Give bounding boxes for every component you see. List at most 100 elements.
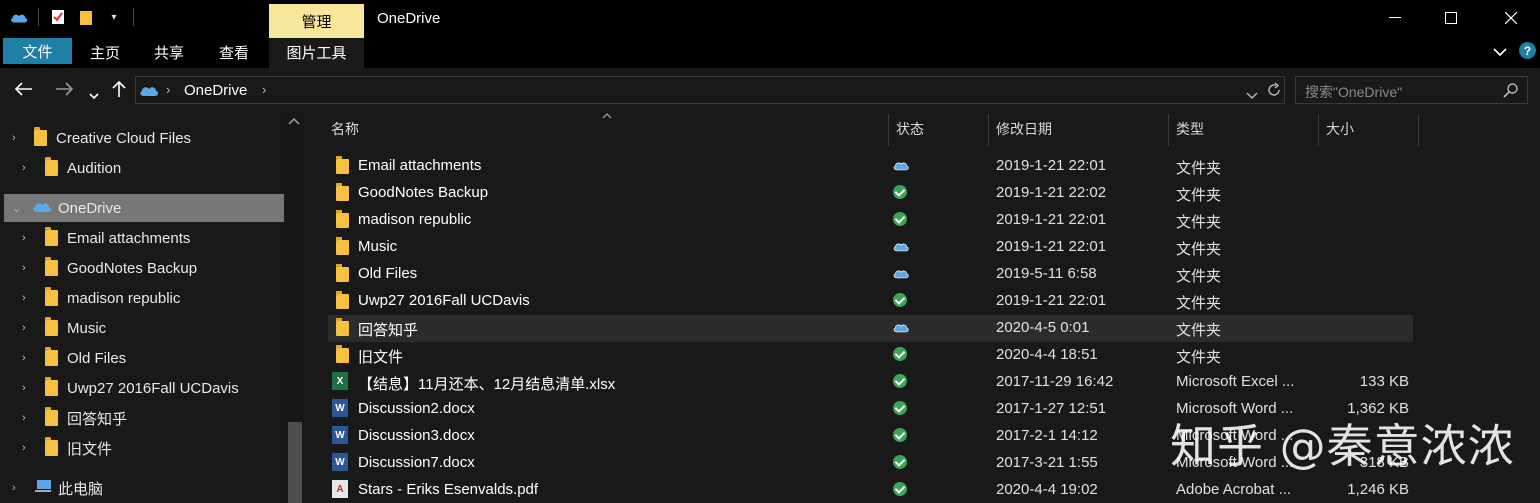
file-row[interactable]: Old Files 2019-5-11 6:58 文件夹 — [328, 261, 1413, 288]
manage-contextual-tab[interactable]: 管理 — [269, 4, 364, 38]
scroll-up-icon[interactable] — [288, 114, 300, 128]
sync-status — [893, 347, 907, 361]
toolbar-separator — [38, 8, 39, 26]
sidebar-item-goodnotes-backup[interactable]: › GoodNotes Backup — [22, 254, 282, 282]
file-size: 1,362 KB — [1347, 400, 1409, 417]
title-bar: ▾ 管理 OneDrive — [0, 0, 1540, 38]
column-header-date[interactable]: 修改日期 — [996, 112, 1166, 146]
file-row[interactable]: Music 2019-1-21 22:01 文件夹 — [328, 234, 1413, 261]
help-icon[interactable]: ? — [1519, 42, 1536, 59]
sync-status — [893, 239, 909, 256]
folder-icon — [336, 264, 349, 282]
file-type: 文件夹 — [1176, 268, 1222, 285]
expand-chevron-icon[interactable]: › — [22, 412, 34, 424]
minimize-button[interactable] — [1365, 0, 1425, 36]
file-name: 旧文件 — [358, 349, 404, 366]
recent-locations-button[interactable] — [89, 84, 99, 105]
sidebar-scroll-thumb[interactable] — [288, 422, 302, 503]
expand-chevron-icon[interactable]: › — [22, 442, 34, 454]
file-name: madison republic — [358, 211, 472, 228]
sidebar-item-audition[interactable]: › Audition — [22, 154, 282, 182]
sidebar-item-old-documents[interactable]: › 旧文件 — [22, 434, 282, 462]
column-divider[interactable] — [1418, 114, 1419, 146]
back-button[interactable] — [14, 80, 33, 101]
file-row[interactable]: GoodNotes Backup 2019-1-21 22:02 文件夹 — [328, 180, 1413, 207]
sync-status — [893, 293, 907, 307]
search-icon[interactable] — [1503, 82, 1519, 102]
pdf-file-icon: A — [332, 480, 348, 498]
file-date: 2019-1-21 22:02 — [996, 184, 1107, 201]
expand-chevron-icon[interactable]: › — [22, 382, 34, 394]
file-name: Stars - Eriks Esenvalds.pdf — [358, 481, 539, 498]
word-file-icon: W — [332, 426, 348, 444]
properties-icon[interactable] — [49, 9, 67, 25]
file-row[interactable]: A Stars - Eriks Esenvalds.pdf 2020-4-4 19:… — [328, 477, 1413, 503]
customize-toolbar-icon[interactable]: ▾ — [105, 9, 123, 25]
close-button[interactable] — [1481, 0, 1540, 36]
forward-button[interactable] — [55, 80, 74, 101]
file-row[interactable]: madison republic 2019-1-21 22:01 文件夹 — [328, 207, 1413, 234]
expand-chevron-icon[interactable]: › — [22, 162, 34, 174]
column-divider[interactable] — [888, 114, 889, 146]
sidebar-item-creative-cloud-files[interactable]: › Creative Cloud Files — [12, 124, 282, 152]
expand-chevron-icon[interactable]: › — [22, 292, 34, 304]
navigation-pane: › Creative Cloud Files › Audition ⌄ OneD… — [0, 112, 306, 503]
search-input[interactable]: 搜索"OneDrive" — [1295, 76, 1528, 104]
sidebar-item-onedrive[interactable]: ⌄ OneDrive — [4, 194, 284, 222]
column-header-status[interactable]: 状态 — [896, 112, 986, 146]
collapse-chevron-icon[interactable]: ⌄ — [12, 202, 24, 215]
sidebar-item-madison-republic[interactable]: › madison republic — [22, 284, 282, 312]
tab-file[interactable]: 文件 — [3, 38, 72, 64]
sidebar-item-this-pc[interactable]: › 此电脑 — [12, 474, 282, 502]
breadcrumb-onedrive[interactable]: OneDrive — [184, 82, 247, 99]
file-row[interactable]: X 【结息】11月还本、12月结息清单.xlsx 2017-11-29 16:42 M… — [328, 369, 1413, 396]
file-row[interactable]: 回答知乎 2020-4-5 0:01 文件夹 — [328, 315, 1413, 342]
column-header-size[interactable]: 大小 — [1326, 112, 1416, 146]
refresh-icon[interactable] — [1266, 82, 1282, 102]
file-row[interactable]: W Discussion2.docx 2017-1-27 12:51 Microsof… — [328, 396, 1413, 423]
tab-share[interactable]: 共享 — [147, 38, 191, 66]
tab-home[interactable]: 主页 — [83, 38, 127, 66]
breadcrumb-chevron-icon[interactable]: › — [166, 82, 170, 97]
file-name: GoodNotes Backup — [358, 184, 489, 201]
expand-ribbon-icon[interactable] — [1493, 44, 1507, 61]
sidebar-item-old-files[interactable]: › Old Files — [22, 344, 282, 372]
column-divider[interactable] — [988, 114, 989, 146]
ribbon-tab-bar: 文件 主页 共享 查看 图片工具 ? — [0, 38, 1540, 68]
expand-chevron-icon[interactable]: › — [12, 132, 24, 144]
column-header-type[interactable]: 类型 — [1176, 112, 1316, 146]
file-row[interactable]: Email attachments 2019-1-21 22:01 文件夹 — [328, 153, 1413, 180]
expand-chevron-icon[interactable]: › — [22, 232, 34, 244]
file-row[interactable]: W Discussion3.docx 2017-2-1 14:12 Microsoft… — [328, 423, 1413, 450]
expand-chevron-icon[interactable]: › — [22, 262, 34, 274]
new-folder-icon[interactable] — [77, 9, 95, 25]
address-bar[interactable]: › OneDrive › — [135, 76, 1285, 104]
sidebar-item-uwp27[interactable]: › Uwp27 2016Fall UCDavis — [22, 374, 282, 402]
up-button[interactable] — [112, 80, 126, 103]
file-date: 2017-3-21 1:55 — [996, 454, 1098, 471]
maximize-button[interactable] — [1421, 0, 1481, 36]
address-history-chevron-icon[interactable] — [1246, 87, 1258, 104]
tab-picture-tools[interactable]: 图片工具 — [279, 38, 354, 66]
file-row[interactable]: W Discussion7.docx 2017-3-21 1:55 Microsoft… — [328, 450, 1413, 477]
file-row[interactable]: Uwp27 2016Fall UCDavis 2019-1-21 22:01 文件夹 — [328, 288, 1413, 315]
column-divider[interactable] — [1318, 114, 1319, 146]
sidebar-item-zhihu-answers[interactable]: › 回答知乎 — [22, 404, 282, 432]
tab-view[interactable]: 查看 — [212, 38, 256, 66]
sidebar-item-email-attachments[interactable]: › Email attachments — [22, 224, 282, 252]
breadcrumb-chevron-icon[interactable]: › — [262, 82, 266, 97]
sidebar-item-music[interactable]: › Music — [22, 314, 282, 342]
folder-icon — [45, 407, 58, 426]
expand-chevron-icon[interactable]: › — [22, 322, 34, 334]
expand-chevron-icon[interactable]: › — [12, 482, 24, 494]
column-header-name[interactable]: 名称 — [331, 112, 886, 146]
file-date: 2019-1-21 22:01 — [996, 157, 1107, 174]
file-date: 2019-1-21 22:01 — [996, 211, 1107, 228]
folder-icon — [336, 183, 349, 201]
folder-icon — [45, 257, 58, 276]
column-divider[interactable] — [1168, 114, 1169, 146]
file-row[interactable]: 旧文件 2020-4-4 18:51 文件夹 — [328, 342, 1413, 369]
expand-chevron-icon[interactable]: › — [22, 352, 34, 364]
cloud-status-icon — [893, 158, 909, 175]
quick-access-toolbar: ▾ — [10, 8, 134, 26]
